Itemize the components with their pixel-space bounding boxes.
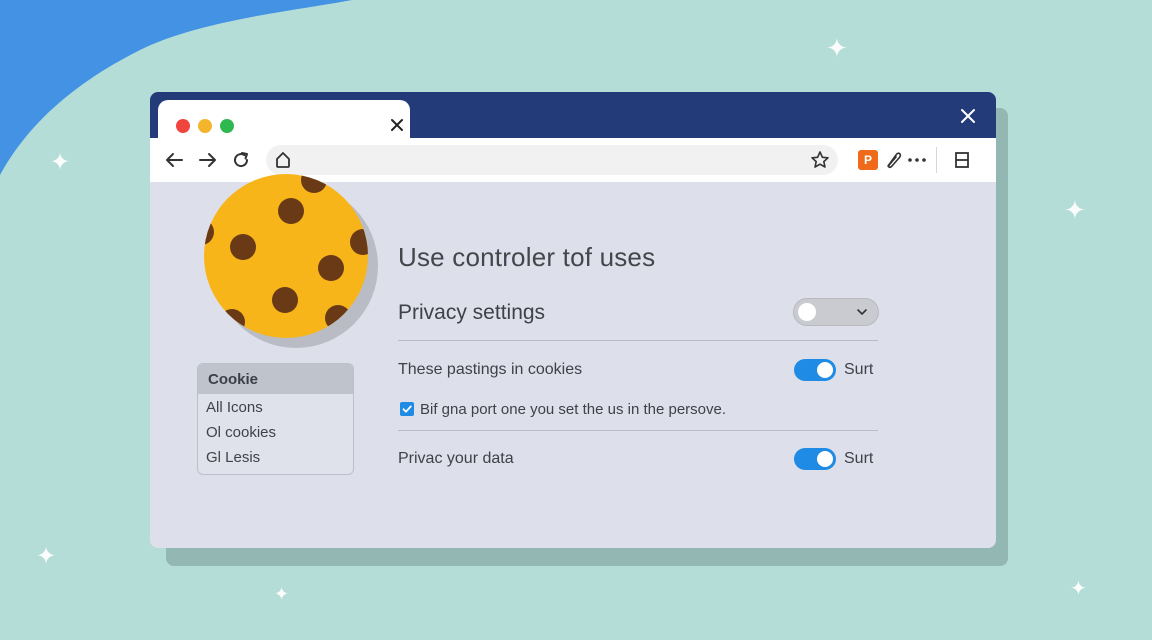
dropdown-knob: [798, 303, 816, 321]
browser-tab[interactable]: [158, 100, 410, 140]
section-divider: [398, 430, 878, 431]
maximize-window-dot[interactable]: [220, 119, 234, 133]
cookie-menu: Cookie All Icons Ol cookies Gl Lesis: [197, 363, 354, 475]
sparkle-icon: ✦: [274, 584, 290, 605]
address-bar[interactable]: [266, 145, 838, 175]
pin-icon[interactable]: [884, 149, 902, 171]
menu-item-gl-lesis[interactable]: Gl Lesis: [198, 444, 353, 469]
page-title: Use controler tof uses: [398, 242, 656, 272]
site-lock-icon[interactable]: [275, 151, 291, 169]
browser-window: P Cookie All Icons Ol cookies Gl Lesis U…: [150, 92, 996, 548]
toggle-knob: [817, 451, 833, 467]
back-arrow-icon[interactable]: [163, 149, 185, 171]
title-bar: [150, 92, 996, 140]
sparkle-icon: ✦: [1064, 196, 1086, 226]
sparkle-icon: ✦: [1070, 576, 1087, 600]
close-window-dot[interactable]: [176, 119, 190, 133]
menu-item-ol-cookies[interactable]: Ol cookies: [198, 419, 353, 444]
privacy-settings-dropdown[interactable]: [793, 298, 879, 326]
persove-checkbox[interactable]: [400, 402, 414, 416]
minimize-window-dot[interactable]: [198, 119, 212, 133]
menu-item-all-icons[interactable]: All Icons: [198, 394, 353, 419]
persove-checkbox-label: Bif gna port one you set the us in the p…: [420, 401, 727, 418]
privac-data-toggle-label: Surt: [844, 450, 874, 467]
cookie-pastings-label: These pastings in cookies: [398, 361, 583, 378]
toggle-knob: [817, 362, 833, 378]
extension-p-button[interactable]: P: [858, 150, 878, 170]
window-close-icon[interactable]: [958, 106, 978, 126]
privacy-settings-label: Privacy settings: [398, 301, 546, 324]
address-input[interactable]: [300, 150, 780, 170]
more-icon[interactable]: [906, 149, 928, 171]
privac-data-toggle[interactable]: [794, 448, 836, 470]
chevron-down-icon: [857, 309, 867, 315]
sparkle-icon: ✦: [36, 542, 57, 570]
cookie-menu-header: Cookie: [198, 364, 353, 394]
reload-icon[interactable]: [230, 149, 252, 171]
tab-close-icon[interactable]: [388, 116, 406, 134]
cookie-icon: [204, 174, 378, 348]
checkmark-icon: [402, 405, 412, 413]
section-divider: [398, 340, 878, 341]
sparkle-icon: ✦: [826, 34, 848, 64]
privac-data-label: Privac your data: [398, 450, 514, 467]
sparkle-icon: ✦: [50, 148, 71, 176]
cookie-pastings-toggle[interactable]: [794, 359, 836, 381]
forward-arrow-icon[interactable]: [197, 149, 219, 171]
sidebar-icon[interactable]: [951, 149, 973, 171]
star-icon[interactable]: [810, 150, 830, 170]
toolbar-divider: [936, 147, 937, 173]
cookie-pastings-toggle-label: Surt: [844, 361, 874, 378]
